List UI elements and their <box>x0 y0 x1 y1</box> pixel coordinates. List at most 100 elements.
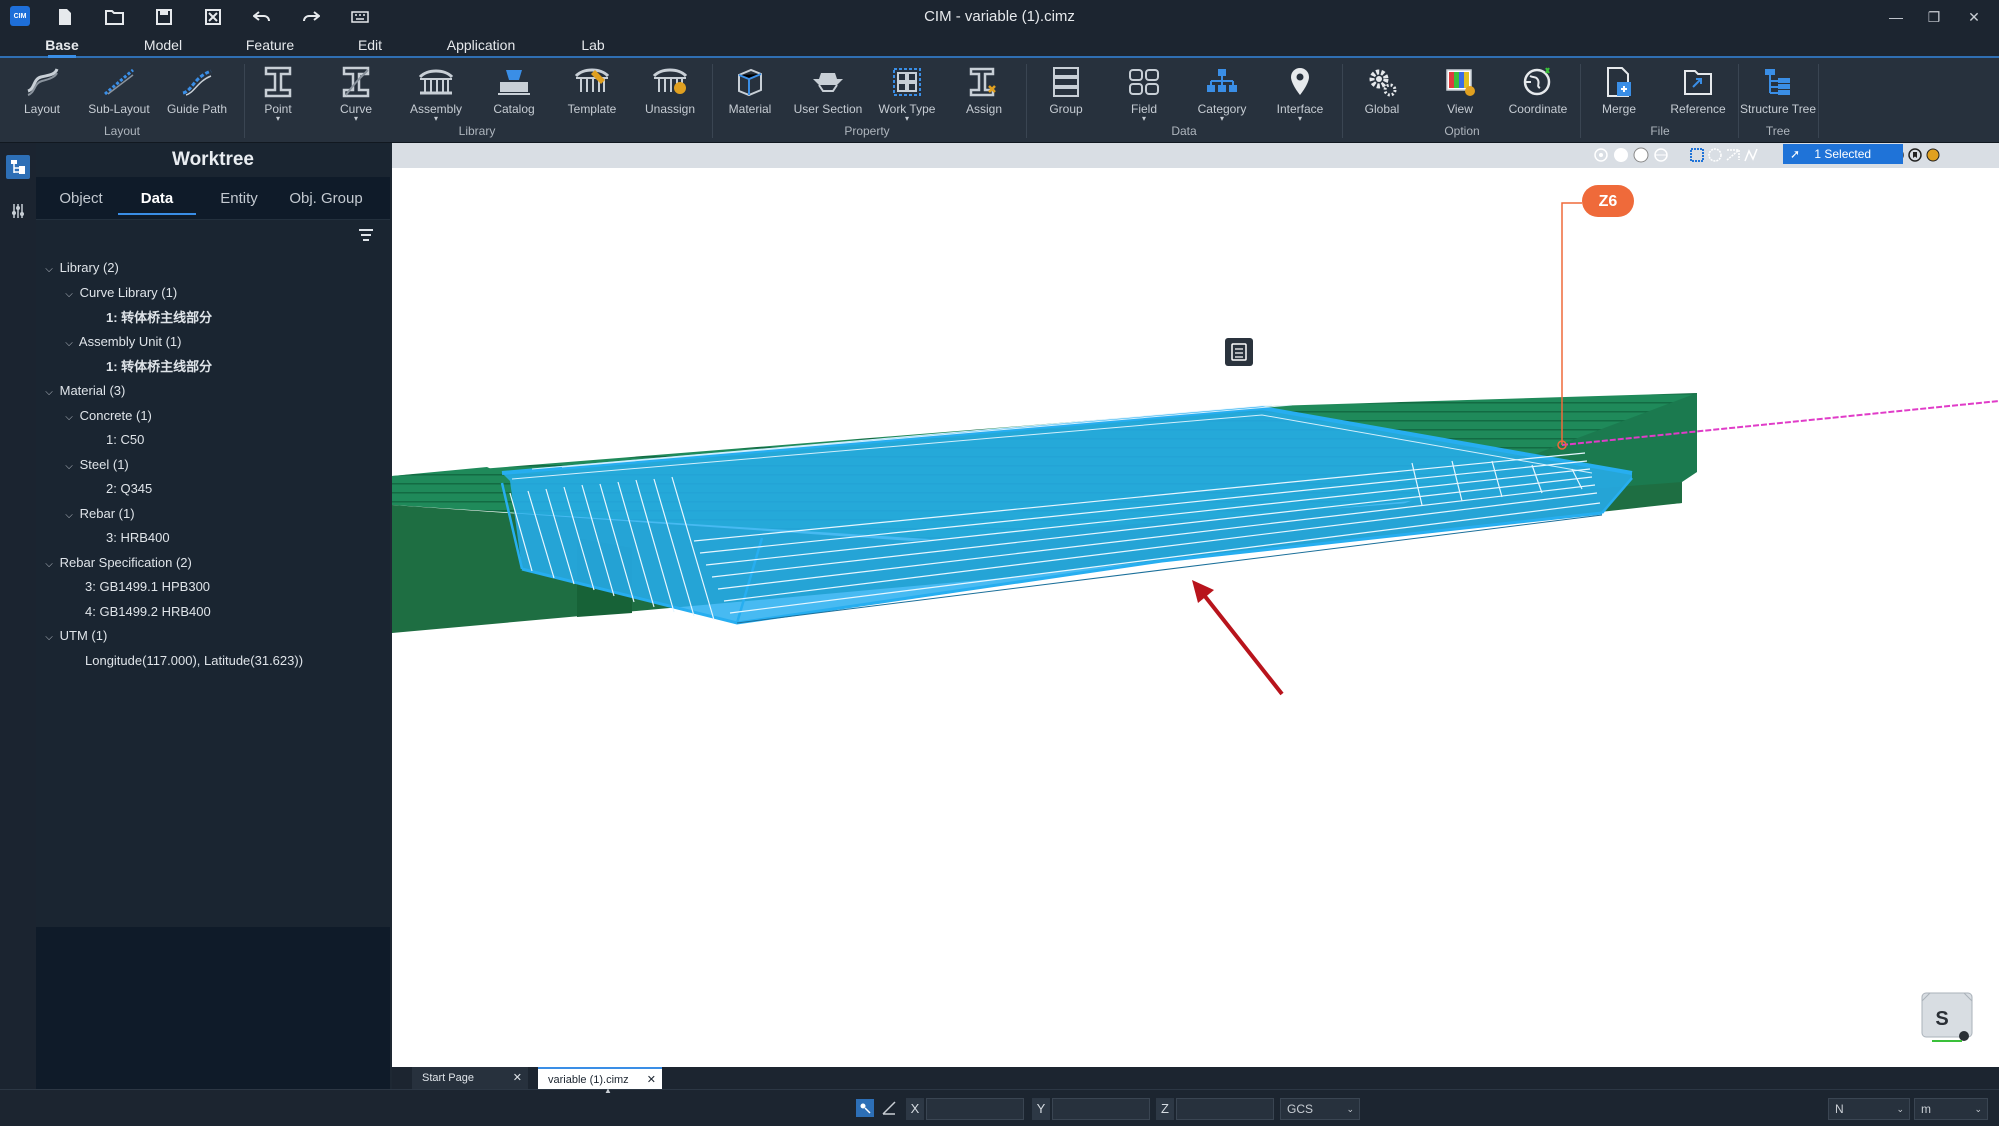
tab-data[interactable]: Data <box>118 185 196 215</box>
chevron-down-icon[interactable]: ⌵ <box>42 382 56 404</box>
merge-button[interactable]: Merge <box>1590 62 1648 124</box>
reference-button[interactable]: Reference <box>1666 62 1730 124</box>
bridge-model-scene[interactable]: Z6 S <box>392 143 1999 1067</box>
curve-button[interactable]: Curve ▾ <box>330 62 382 124</box>
tab-feature[interactable]: Feature <box>240 34 300 56</box>
user-section-button[interactable]: User Section <box>792 62 864 124</box>
collapse-up-icon[interactable]: ▲ <box>604 1086 612 1095</box>
category-button[interactable]: Category ▾ <box>1190 62 1254 124</box>
unassign-button[interactable]: Unassign <box>638 62 702 124</box>
tree-node[interactable]: ⌵ UTM (1) <box>42 625 107 647</box>
tree-node[interactable]: ⌵ Rebar Specification (2) <box>42 552 192 574</box>
tab-application[interactable]: Application <box>440 34 522 56</box>
x-coordinate-field[interactable] <box>926 1098 1024 1120</box>
assign-button[interactable]: Assign <box>956 62 1012 124</box>
restore-icon[interactable]: ❐ <box>1922 6 1946 28</box>
tree-leaf[interactable]: 1: 转体桥主线部分 <box>106 356 212 378</box>
close-tab-icon[interactable]: ✕ <box>513 1067 522 1089</box>
north-select[interactable]: N ⌄ <box>1828 1098 1910 1120</box>
material-button[interactable]: Material <box>722 62 778 124</box>
tree-node[interactable]: ⌵ Steel (1) <box>62 454 129 476</box>
assembly-button[interactable]: Assembly ▾ <box>404 62 468 124</box>
tree-node[interactable]: ⌵ Library (2) <box>42 257 119 279</box>
tab-edit[interactable]: Edit <box>350 34 390 56</box>
global-button[interactable]: Global <box>1352 62 1412 124</box>
z-coordinate-field[interactable] <box>1176 1098 1274 1120</box>
tree-node[interactable]: ⌵ Rebar (1) <box>62 503 134 527</box>
open-folder-icon[interactable] <box>102 4 128 30</box>
chevron-down-icon[interactable]: ⌵ <box>62 407 76 429</box>
tree-node[interactable]: ⌵ Curve Library (1) <box>62 282 177 304</box>
catalog-button[interactable]: Catalog <box>484 62 544 124</box>
structure-tree-button[interactable]: Structure Tree <box>1740 62 1816 124</box>
shaded-sphere-icon[interactable] <box>1612 146 1630 164</box>
coordinate-system-select[interactable]: GCS ⌄ <box>1280 1098 1360 1120</box>
interface-button[interactable]: Interface ▾ <box>1268 62 1332 124</box>
field-button[interactable]: Field ▾ <box>1114 62 1174 124</box>
chevron-down-icon[interactable]: ⌵ <box>62 333 76 355</box>
save-icon[interactable] <box>151 4 177 30</box>
point-button[interactable]: Point ▾ <box>252 62 304 124</box>
view-button[interactable]: View <box>1430 62 1490 124</box>
tree-leaf[interactable]: 3: HRB400 <box>106 527 170 549</box>
render-settings-icon[interactable] <box>1924 146 1942 164</box>
tab-lab[interactable]: Lab <box>575 34 611 56</box>
undo-icon[interactable] <box>249 4 275 30</box>
chevron-down-icon[interactable]: ⌵ <box>42 627 56 649</box>
tab-start-page[interactable]: Start Page ✕ <box>412 1067 528 1089</box>
new-file-icon[interactable] <box>52 4 78 30</box>
solid-sphere-icon[interactable] <box>1632 146 1650 164</box>
tree-leaf[interactable]: Longitude(117.000), Latitude(31.623)) <box>85 650 303 672</box>
view-cube-icon[interactable]: S <box>1921 992 1973 1042</box>
guide-path-button[interactable]: Guide Path <box>162 62 232 124</box>
tab-variable-cimz[interactable]: variable (1).cimz ✕ <box>538 1067 662 1091</box>
tab-object[interactable]: Object <box>46 185 116 213</box>
chevron-down-icon[interactable]: ⌵ <box>62 505 76 527</box>
y-coordinate-field[interactable] <box>1052 1098 1150 1120</box>
tab-base[interactable]: Base <box>42 34 82 58</box>
chevron-down-icon[interactable]: ⌵ <box>42 554 56 576</box>
tab-entity[interactable]: Entity <box>204 185 274 213</box>
template-button[interactable]: Template <box>562 62 622 124</box>
close-window-icon[interactable]: ✕ <box>1962 6 1986 28</box>
tree-leaf[interactable]: 2: Q345 <box>106 478 152 500</box>
3d-viewport[interactable]: Z6 S <box>392 143 1999 1067</box>
group-button[interactable]: Group <box>1036 62 1096 124</box>
tree-leaf[interactable]: 1: 转体桥主线部分 <box>106 307 212 329</box>
chevron-down-icon[interactable]: ⌵ <box>42 259 56 281</box>
tree-node[interactable]: ⌵ Assembly Unit (1) <box>62 331 181 353</box>
tree-leaf[interactable]: 4: GB1499.2 HRB400 <box>85 601 211 623</box>
bookmark-icon[interactable] <box>1906 146 1924 164</box>
measure-icon[interactable] <box>880 1099 898 1117</box>
sub-layout-button[interactable]: Sub-Layout <box>84 62 154 124</box>
note-icon[interactable] <box>1225 338 1253 366</box>
minimize-icon[interactable]: — <box>1884 6 1908 28</box>
tree-leaf[interactable]: 1: C50 <box>106 429 144 451</box>
unit-select[interactable]: m ⌄ <box>1914 1098 1988 1120</box>
chevron-down-icon[interactable]: ⌵ <box>62 284 76 306</box>
close-file-icon[interactable] <box>200 4 226 30</box>
sort-icon[interactable] <box>358 228 376 246</box>
redo-icon[interactable] <box>298 4 324 30</box>
box-select-icon[interactable] <box>1688 146 1706 164</box>
tree-leaf[interactable]: 3: GB1499.1 HPB300 <box>85 576 210 598</box>
tab-model[interactable]: Model <box>138 34 188 56</box>
selection-indicator[interactable]: ➚ 1 Selected <box>1783 144 1903 164</box>
coordinate-button[interactable]: Coordinate <box>1504 62 1572 124</box>
wire-sphere-icon[interactable] <box>1652 146 1670 164</box>
close-tab-icon[interactable]: ✕ <box>647 1069 656 1091</box>
tree-node[interactable]: ⌵ Material (3) <box>42 380 125 402</box>
lasso-select-icon[interactable] <box>1724 146 1742 164</box>
worktree-panel-icon[interactable] <box>6 155 30 179</box>
layout-button[interactable]: Layout <box>12 62 72 124</box>
tab-obj-group[interactable]: Obj. Group <box>278 185 374 213</box>
tree-node[interactable]: ⌵ Concrete (1) <box>62 405 152 427</box>
orbit-icon[interactable] <box>1592 146 1610 164</box>
work-type-button[interactable]: Work Type ▾ <box>876 62 938 124</box>
circle-select-icon[interactable] <box>1706 146 1724 164</box>
snap-icon[interactable] <box>856 1099 874 1117</box>
keyboard-icon[interactable] <box>347 4 373 30</box>
polyline-select-icon[interactable] <box>1742 146 1760 164</box>
filter-settings-icon[interactable] <box>6 199 30 223</box>
chevron-down-icon[interactable]: ⌵ <box>62 456 76 478</box>
